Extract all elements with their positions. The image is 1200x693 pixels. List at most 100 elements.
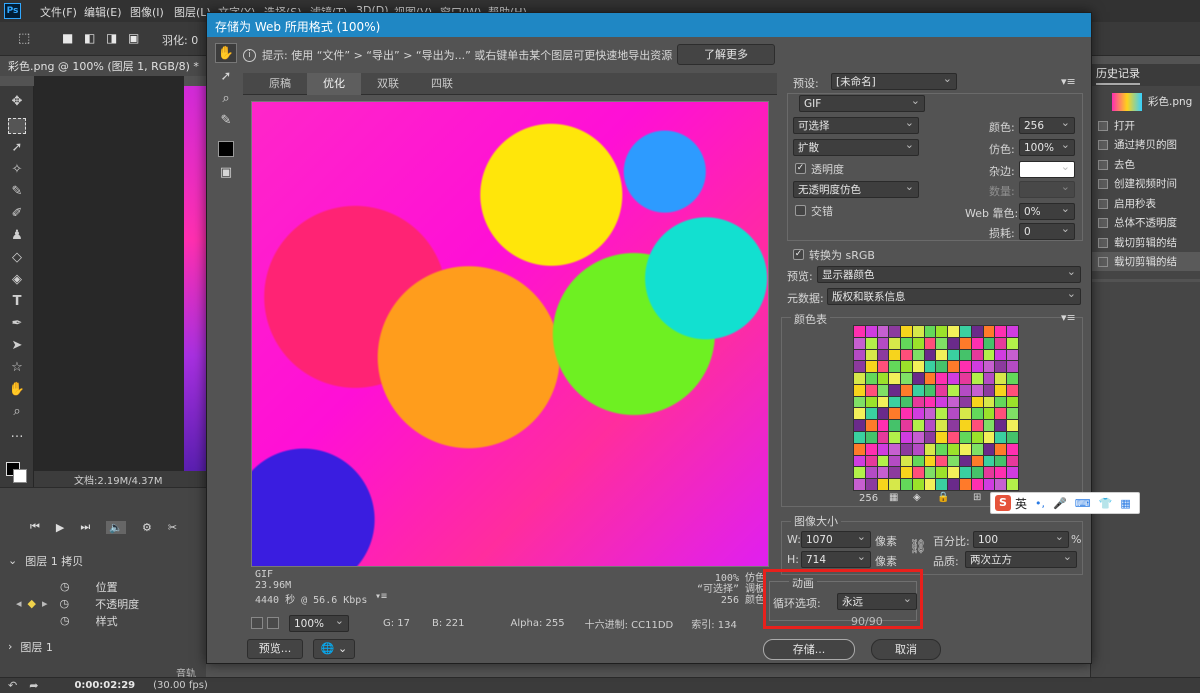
color-swatch[interactable] — [865, 479, 877, 490]
color-swatch[interactable] — [877, 396, 889, 408]
color-swatch[interactable] — [960, 349, 971, 361]
optimized-preview-image[interactable] — [251, 101, 769, 567]
color-swatch[interactable] — [1007, 361, 1018, 373]
prev-frame-icon[interactable]: ⏮ — [30, 520, 40, 534]
color-swatch[interactable] — [995, 337, 1007, 349]
color-swatch[interactable] — [901, 396, 912, 408]
color-swatch[interactable] — [924, 396, 936, 408]
brush-tool-icon[interactable]: ✐ — [8, 206, 26, 222]
toolbox-grid-icon[interactable]: ▦ — [1120, 497, 1130, 510]
cancel-button[interactable]: 取消 — [871, 639, 941, 660]
web-snap-select[interactable]: 0% — [1019, 202, 1075, 220]
color-swatch[interactable] — [1007, 396, 1018, 408]
color-swatch[interactable] — [948, 373, 960, 384]
color-swatch[interactable] — [983, 373, 995, 384]
color-swatch[interactable] — [854, 326, 865, 337]
next-keyframe-icon[interactable]: ▸ — [42, 597, 48, 610]
color-swatch[interactable] — [912, 455, 924, 467]
color-swatch[interactable] — [877, 420, 889, 432]
next-frame-icon[interactable]: ⏭ — [80, 520, 90, 534]
color-swatch[interactable] — [854, 455, 865, 467]
color-swatch[interactable] — [924, 361, 936, 373]
color-swatch[interactable] — [960, 432, 971, 443]
color-swatch[interactable] — [854, 384, 865, 396]
color-swatch[interactable] — [924, 420, 936, 432]
new-color-icon[interactable]: ⊞ — [973, 492, 981, 503]
colors-select[interactable]: 256 — [1019, 116, 1075, 134]
color-swatch[interactable] — [948, 384, 960, 396]
split-scissors-icon[interactable]: ✂ — [168, 521, 177, 534]
color-swatch[interactable] — [889, 396, 901, 408]
color-swatch[interactable] — [960, 479, 971, 490]
zoom-tool-icon[interactable]: ⌕ — [215, 89, 237, 109]
color-swatch[interactable] — [854, 373, 865, 384]
color-swatch[interactable] — [983, 432, 995, 443]
subtract-selection-icon[interactable]: ◨ — [106, 31, 117, 45]
color-swatch[interactable] — [995, 443, 1007, 455]
color-swatch[interactable] — [948, 361, 960, 373]
color-swatch[interactable] — [948, 337, 960, 349]
zoom-tool-icon[interactable]: ⌕ — [8, 404, 26, 420]
play-icon[interactable]: ▶ — [56, 521, 64, 534]
ime-punct-icon[interactable]: •, — [1035, 497, 1045, 510]
history-item-selected[interactable]: 载切剪辑的结 — [1092, 252, 1200, 271]
new-selection-icon[interactable]: ■ — [62, 31, 73, 45]
color-swatch[interactable] — [912, 349, 924, 361]
zoom-level-select[interactable]: 100% — [289, 614, 349, 632]
history-item[interactable]: 创建视频时间 — [1092, 174, 1200, 193]
quality-select[interactable]: 两次立方 — [965, 550, 1077, 568]
color-swatch[interactable] — [960, 326, 971, 337]
color-swatch[interactable] — [865, 337, 877, 349]
browser-preview-button[interactable]: 🌐 ⌄ — [313, 639, 355, 659]
color-swatch[interactable] — [1007, 373, 1018, 384]
color-swatch[interactable] — [854, 443, 865, 455]
preview-mode-select[interactable]: 显示器颜色 — [817, 265, 1081, 283]
timeline-prop-opacity[interactable]: ◂ ◆ ▸ ◷ 不透明度 — [0, 595, 206, 612]
color-swatch[interactable] — [865, 349, 877, 361]
marquee-options-icon[interactable]: ⬚ — [18, 31, 30, 46]
color-swatch[interactable] — [924, 337, 936, 349]
color-swatch[interactable] — [889, 361, 901, 373]
color-swatch[interactable] — [995, 326, 1007, 337]
color-swatch[interactable] — [936, 361, 948, 373]
add-selection-icon[interactable]: ◧ — [84, 31, 95, 45]
tab-original[interactable]: 原稿 — [253, 73, 307, 95]
color-swatch[interactable] — [912, 479, 924, 490]
color-swatch[interactable] — [936, 479, 948, 490]
color-swatch[interactable] — [889, 455, 901, 467]
history-tab[interactable]: 历史记录 — [1096, 65, 1140, 85]
prev-keyframe-icon[interactable]: ◂ — [16, 597, 22, 610]
color-swatch[interactable] — [948, 479, 960, 490]
color-swatch[interactable] — [983, 396, 995, 408]
color-swatch[interactable] — [995, 396, 1007, 408]
keyboard-icon[interactable]: ⌨ — [1075, 497, 1091, 510]
lock-color-icon[interactable]: 🔒 — [937, 492, 949, 503]
color-swatch[interactable] — [924, 349, 936, 361]
color-swatch[interactable] — [865, 326, 877, 337]
history-snapshot[interactable]: 彩色.png — [1092, 92, 1200, 111]
type-tool-icon[interactable]: T — [8, 294, 26, 310]
color-swatch[interactable] — [924, 408, 936, 420]
height-input[interactable]: 714 — [801, 550, 871, 568]
color-swatch[interactable] — [995, 432, 1007, 443]
color-swatch[interactable] — [865, 420, 877, 432]
preset-select[interactable]: [未命名] — [831, 72, 957, 90]
bucket-tool-icon[interactable]: ◈ — [8, 272, 26, 288]
convert-icon[interactable]: ➦ — [29, 679, 38, 692]
tab-4-up[interactable]: 四联 — [415, 73, 469, 95]
link-constrain-icon[interactable]: ⛓ — [909, 539, 927, 555]
color-swatch[interactable] — [995, 408, 1007, 420]
color-swatch[interactable] — [889, 479, 901, 490]
color-swatch[interactable] — [877, 337, 889, 349]
slice-select-icon[interactable]: ➚ — [215, 67, 237, 87]
color-swatch[interactable] — [901, 455, 912, 467]
interlaced-checkbox[interactable] — [795, 205, 806, 216]
color-swatch[interactable] — [865, 432, 877, 443]
learn-more-button[interactable]: 了解更多 — [677, 44, 775, 65]
color-swatch[interactable] — [924, 479, 936, 490]
color-swatch[interactable] — [971, 408, 983, 420]
document-tab[interactable]: 彩色.png @ 100% (图层 1, RGB/8) * — [0, 56, 210, 76]
color-swatch[interactable] — [865, 384, 877, 396]
marquee-tool-icon[interactable] — [8, 118, 26, 134]
color-swatch[interactable] — [936, 467, 948, 479]
